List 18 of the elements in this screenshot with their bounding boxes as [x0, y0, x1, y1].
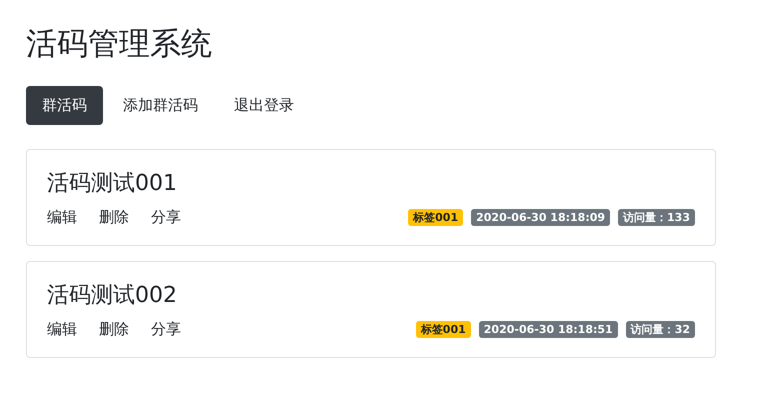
date-badge: 2020-06-30 18:18:09 [471, 209, 610, 226]
visit-count-badge: 访问量：32 [626, 321, 695, 338]
nav-tab[interactable]: 退出登录 [218, 86, 310, 125]
nav-tab[interactable]: 群活码 [26, 86, 103, 125]
action-link[interactable]: 删除 [99, 208, 129, 227]
visit-count-badge: 访问量：133 [618, 209, 695, 226]
tag-badge: 标签001 [408, 209, 464, 226]
tag-badge: 标签001 [416, 321, 471, 338]
action-link[interactable]: 编辑 [47, 208, 77, 227]
date-badge: 2020-06-30 18:18:51 [478, 321, 618, 338]
action-link[interactable]: 编辑 [47, 320, 77, 339]
card-title: 活码测试002 [47, 282, 178, 310]
page-title: 活码管理系统 [26, 25, 213, 64]
nav-tab[interactable]: 添加群活码 [107, 86, 214, 125]
action-link[interactable]: 删除 [99, 320, 129, 339]
card-title: 活码测试001 [47, 170, 178, 198]
action-link[interactable]: 分享 [151, 208, 181, 227]
action-link[interactable]: 分享 [151, 320, 181, 339]
